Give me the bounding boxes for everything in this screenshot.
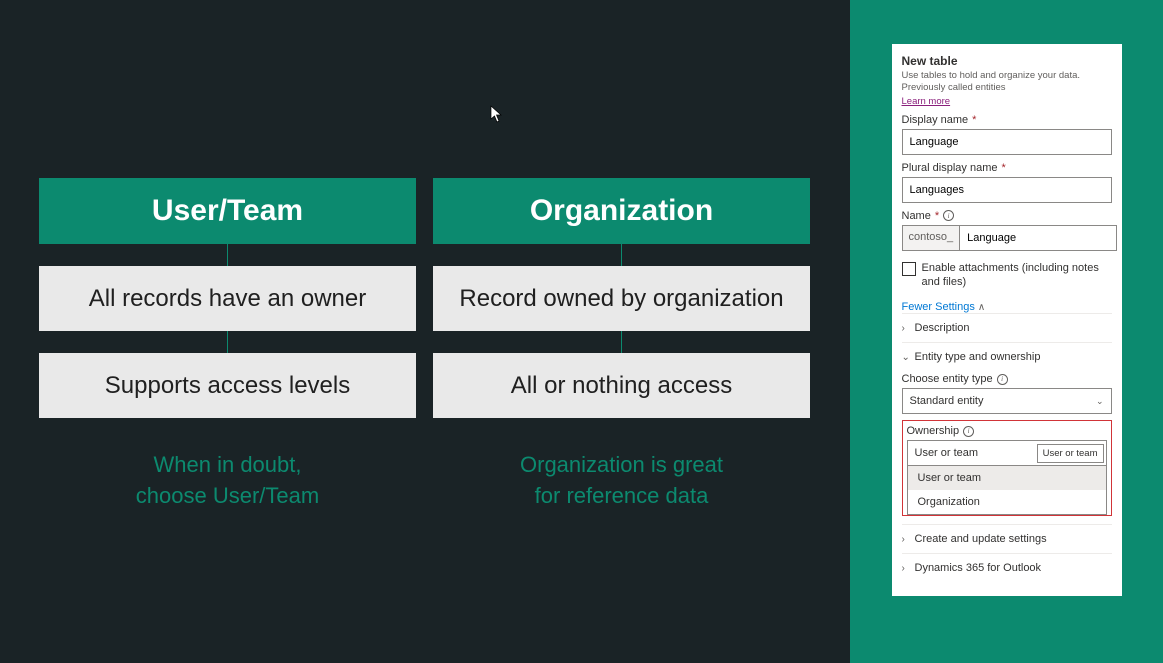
hint-line: Organization is great — [520, 452, 723, 477]
info-icon[interactable]: i — [997, 374, 1008, 385]
box-org-owned: Record owned by organization — [433, 266, 810, 331]
attachments-label: Enable attachments (including notes and … — [922, 261, 1112, 290]
connector — [621, 244, 622, 266]
required-asterisk: * — [935, 210, 939, 222]
display-name-input[interactable] — [902, 129, 1112, 155]
ownership-tooltip: User or team — [1037, 444, 1104, 463]
required-asterisk: * — [1002, 162, 1006, 174]
column-user-team: User/Team All records have an owner Supp… — [39, 178, 416, 512]
required-asterisk: * — [972, 114, 976, 126]
section-create-update[interactable]: › Create and update settings — [902, 524, 1112, 553]
column-organization: Organization Record owned by organizatio… — [433, 178, 810, 512]
box-owner: All records have an owner — [39, 266, 416, 331]
entity-type-body: Choose entity type i Standard entity ⌄ O… — [902, 371, 1112, 524]
ownership-dropdown: User or team User or team Organization — [907, 466, 1107, 515]
new-table-panel: New table Use tables to hold and organiz… — [892, 44, 1122, 596]
box-access-levels: Supports access levels — [39, 353, 416, 418]
box-all-or-nothing: All or nothing access — [433, 353, 810, 418]
name-label: Name * i — [902, 210, 1112, 222]
chevron-right-icon: › — [902, 323, 910, 334]
section-dynamics-outlook[interactable]: › Dynamics 365 for Outlook — [902, 553, 1112, 582]
panel-title: New table — [902, 54, 1112, 68]
name-input[interactable] — [959, 225, 1117, 251]
chevron-right-icon: › — [902, 563, 910, 574]
connector — [227, 244, 228, 266]
attachments-checkbox[interactable] — [902, 262, 916, 276]
hint-line: When in doubt, — [154, 452, 302, 477]
connector — [227, 331, 228, 353]
hint-user-team: When in doubt, choose User/Team — [39, 450, 416, 512]
slide-content: User/Team All records have an owner Supp… — [0, 0, 850, 663]
hint-line: choose User/Team — [136, 483, 319, 508]
header-organization: Organization — [433, 178, 810, 244]
chevron-down-icon: ⌄ — [1096, 396, 1104, 407]
choose-entity-type-label: Choose entity type i — [902, 373, 1112, 385]
plural-name-input[interactable] — [902, 177, 1112, 203]
chevron-up-icon: ∧ — [978, 302, 986, 313]
connector — [621, 331, 622, 353]
panel-background: New table Use tables to hold and organiz… — [850, 0, 1163, 663]
header-user-team: User/Team — [39, 178, 416, 244]
mouse-cursor — [490, 105, 504, 128]
ownership-highlight: Ownership i User or team ⌄ User or team … — [902, 420, 1112, 516]
info-icon[interactable]: i — [963, 426, 974, 437]
plural-name-label: Plural display name * — [902, 162, 1112, 174]
hint-organization: Organization is great for reference data — [433, 450, 810, 512]
learn-more-link[interactable]: Learn more — [902, 96, 951, 107]
chevron-down-icon: ⌄ — [902, 352, 910, 363]
fewer-settings-toggle[interactable]: Fewer Settings ∧ — [902, 301, 1112, 313]
section-entity-type[interactable]: ⌄ Entity type and ownership — [902, 342, 1112, 371]
display-name-label: Display name * — [902, 114, 1112, 126]
ownership-option-organization[interactable]: Organization — [908, 490, 1106, 514]
entity-type-select[interactable]: Standard entity ⌄ — [902, 388, 1112, 414]
hint-line: for reference data — [535, 483, 709, 508]
info-icon[interactable]: i — [943, 210, 954, 221]
ownership-label: Ownership i — [907, 425, 1107, 437]
ownership-option-user-team[interactable]: User or team — [908, 466, 1106, 490]
chevron-right-icon: › — [902, 534, 910, 545]
name-prefix: contoso_ — [902, 225, 960, 251]
panel-description: Use tables to hold and organize your dat… — [902, 70, 1112, 95]
section-description[interactable]: › Description — [902, 313, 1112, 342]
